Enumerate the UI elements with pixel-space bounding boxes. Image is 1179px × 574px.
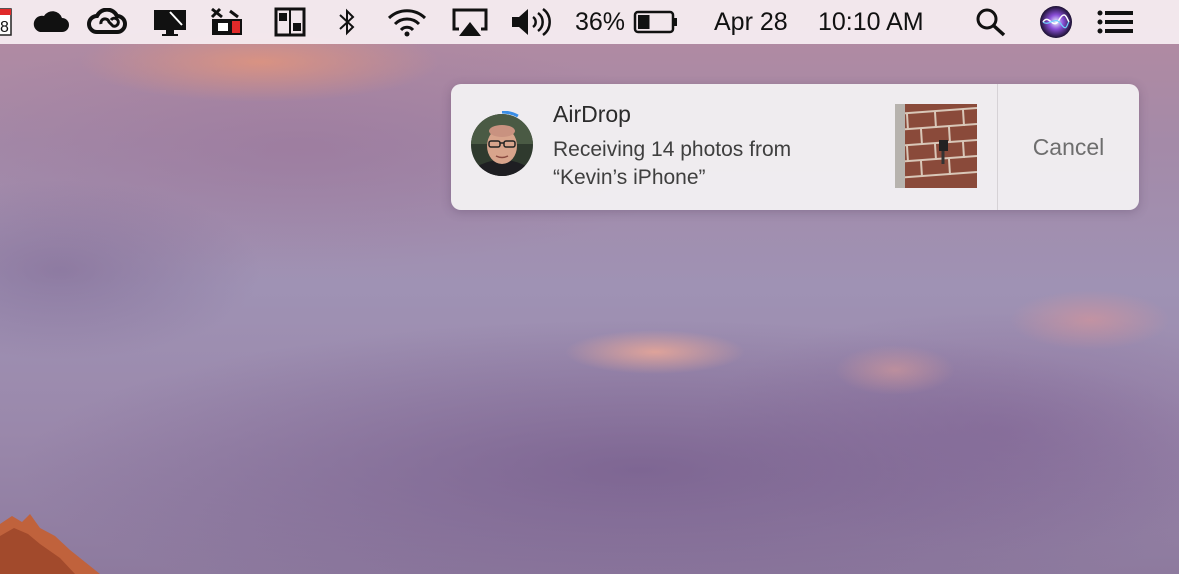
mountain-peak bbox=[0, 514, 100, 574]
menubar-date[interactable]: Apr 28 bbox=[714, 0, 788, 44]
notification-body-line1: Receiving 14 photos from bbox=[553, 138, 792, 161]
notification-title: AirDrop bbox=[553, 101, 631, 127]
search-icon[interactable] bbox=[975, 7, 1007, 37]
menu-bar: 8 36% Apr 28 10:10 AM bbox=[0, 0, 1179, 44]
notification-center-icon[interactable] bbox=[1097, 7, 1133, 37]
calendar-icon[interactable]: 8 bbox=[0, 7, 12, 37]
battery-percent[interactable]: 36% bbox=[575, 0, 625, 44]
volume-icon[interactable] bbox=[510, 7, 554, 37]
photo-thumbnail bbox=[895, 104, 977, 188]
notification-body: Receiving 14 photos from “Kevin’s iPhone… bbox=[553, 136, 853, 192]
cancel-button[interactable]: Cancel bbox=[998, 84, 1139, 210]
menubar-clock[interactable]: 10:10 AM bbox=[818, 0, 924, 44]
wifi-icon[interactable] bbox=[386, 7, 428, 37]
cast-tools-icon[interactable] bbox=[208, 7, 248, 37]
airplay-icon[interactable] bbox=[451, 7, 489, 37]
bluetooth-icon[interactable] bbox=[336, 7, 358, 37]
desktop-wallpaper: 8 36% Apr 28 10:10 AM AirDrop Receiving … bbox=[0, 0, 1179, 574]
calendar-day-text: 8 bbox=[0, 19, 9, 36]
display-icon[interactable] bbox=[152, 7, 188, 37]
creative-cloud-icon[interactable] bbox=[87, 7, 127, 37]
battery-icon[interactable] bbox=[633, 7, 679, 37]
cloud-icon[interactable] bbox=[32, 7, 70, 37]
transfer-progress-ring bbox=[468, 111, 537, 180]
airdrop-notification[interactable]: AirDrop Receiving 14 photos from “Kevin’… bbox=[451, 84, 1139, 210]
siri-icon[interactable] bbox=[1039, 6, 1073, 38]
notification-body-line2: “Kevin’s iPhone” bbox=[553, 166, 706, 189]
switcher-icon[interactable] bbox=[274, 7, 306, 37]
sender-avatar-progress bbox=[468, 111, 540, 183]
